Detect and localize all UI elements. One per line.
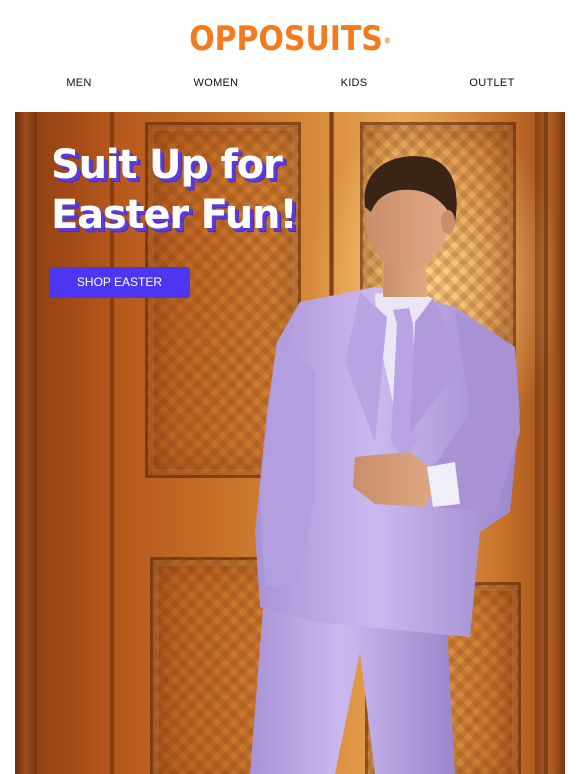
nav-link-women[interactable]: WOMEN xyxy=(156,75,276,91)
nav-link-outlet[interactable]: OUTLET xyxy=(432,75,552,91)
headline-line-1: Suit Up for xyxy=(51,142,283,188)
nav-link-kids[interactable]: KIDS xyxy=(294,75,414,91)
hero-headline: Suit Up for Easter Fun! xyxy=(51,140,351,240)
logo-text: OPPOSUITS xyxy=(189,19,383,59)
shop-easter-button[interactable]: SHOP EASTER xyxy=(49,267,190,298)
email-header: OPPOSUITS® MEN WOMEN KIDS OUTLET xyxy=(0,0,580,112)
registered-mark: ® xyxy=(383,36,391,45)
hero-banner[interactable]: Suit Up for Easter Fun! SHOP EASTER xyxy=(15,112,565,774)
headline-line-2: Easter Fun! xyxy=(51,192,298,238)
opposuits-logo[interactable]: OPPOSUITS® xyxy=(35,18,545,60)
main-nav: MEN WOMEN KIDS OUTLET xyxy=(0,75,580,91)
nav-link-men[interactable]: MEN xyxy=(19,75,139,91)
